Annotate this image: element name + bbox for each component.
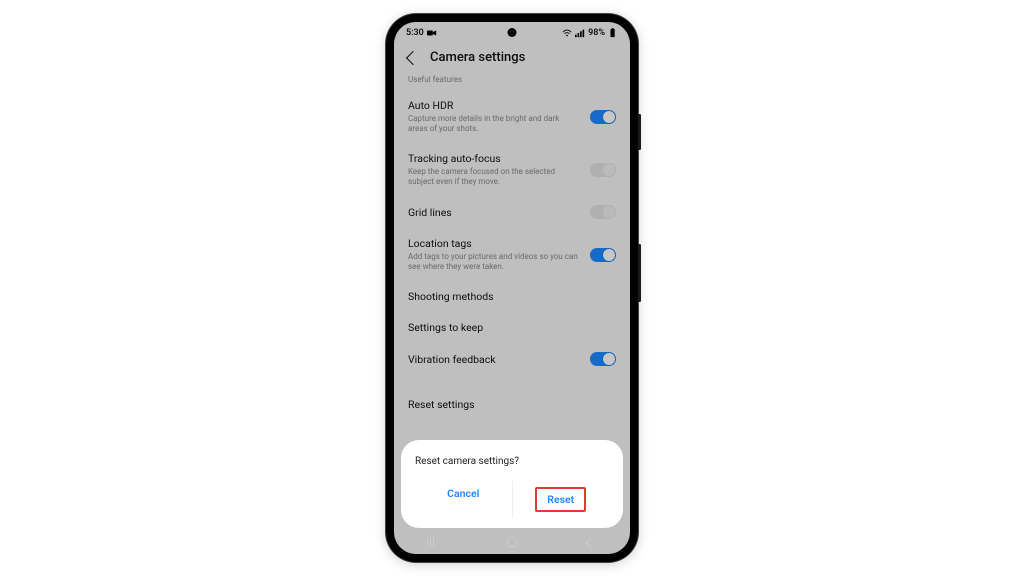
reset-button-highlight: Reset <box>535 487 586 512</box>
power-button <box>638 244 641 302</box>
reset-dialog: Reset camera settings? Cancel Reset <box>401 440 623 528</box>
front-camera-hole <box>508 28 517 37</box>
screen: 5:30 98% <box>394 22 630 554</box>
nav-home-button[interactable] <box>505 535 519 549</box>
nav-back-button[interactable] <box>584 535 598 549</box>
nav-recent-button[interactable] <box>426 535 440 549</box>
reset-button[interactable]: Reset <box>513 481 610 518</box>
phone-frame: 5:30 98% <box>386 14 638 562</box>
dialog-question: Reset camera settings? <box>415 456 609 467</box>
android-nav-bar <box>394 530 630 554</box>
dialog-actions: Cancel Reset <box>415 481 609 518</box>
volume-button <box>638 114 641 150</box>
cancel-button[interactable]: Cancel <box>415 481 512 518</box>
